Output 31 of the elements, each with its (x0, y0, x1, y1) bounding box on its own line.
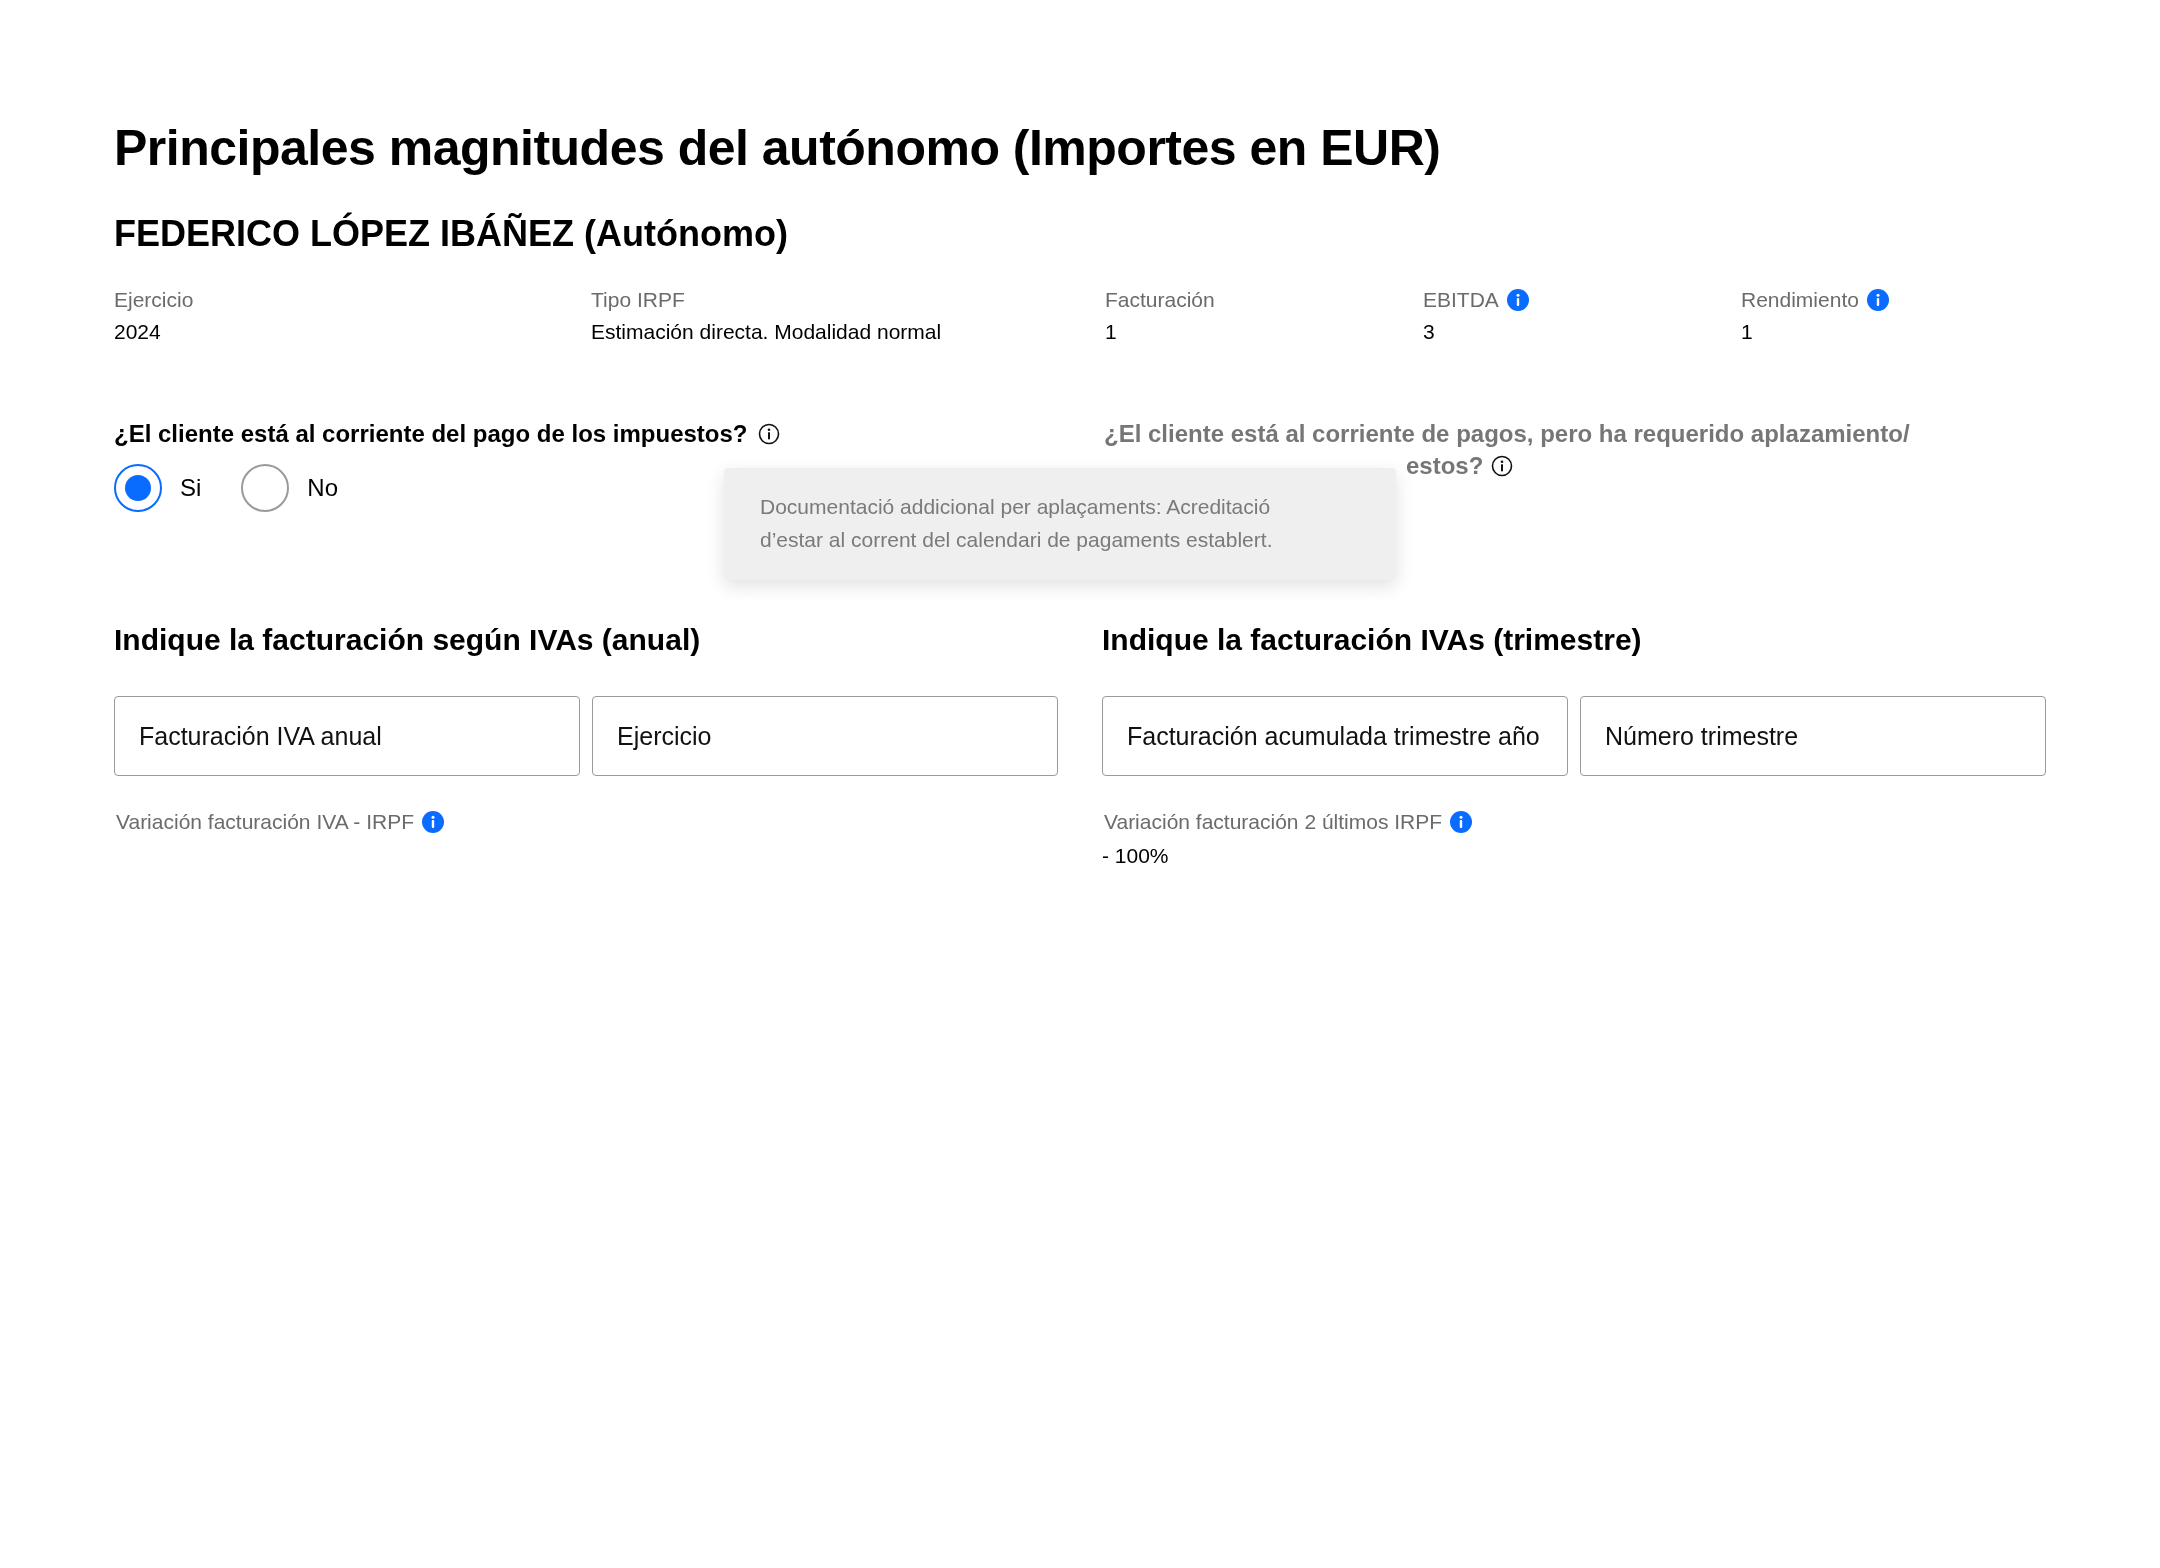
client-name: FEDERICO LÓPEZ IBÁÑEZ (Autónomo) (114, 212, 789, 256)
field-value: Estimación directa. Modalidad normal (591, 319, 943, 345)
info-icon[interactable] (1491, 455, 1514, 477)
field-value: 1 (1741, 319, 1754, 345)
info-icon[interactable] (757, 423, 780, 445)
page-title: Principales magnitudes del autónomo (Importes en EUR) (114, 119, 1442, 178)
section-heading: Indique la facturación según IVAs (anual) (114, 622, 702, 658)
question-text: ¿El cliente está al corriente de pagos, pero ha requerido aplazamiento/ (1104, 419, 1911, 449)
metric-label: Variación facturación 2 últimos IRPF (1104, 809, 1443, 836)
question-text: estos? (1406, 451, 1484, 481)
input-field[interactable]: Facturación IVA anual (114, 696, 580, 776)
question-text: ¿El cliente está al corriente del pago de los impuestos? (114, 419, 748, 449)
input-field[interactable]: Número trimestre (1580, 696, 2046, 776)
field-label: Tipo IRPF (591, 287, 685, 314)
metric-label: Variación facturación IVA - IRPF (116, 809, 414, 836)
radio-icon[interactable] (114, 464, 162, 512)
field-value: 2024 (114, 319, 162, 345)
radio-option[interactable]: Si (114, 464, 202, 512)
field-label: Ejercicio (114, 287, 194, 314)
field-value: 1 (1105, 319, 1118, 345)
field-value: 3 (1423, 319, 1436, 345)
field-label: Facturación (1105, 287, 1215, 314)
input-field[interactable]: Facturación acumulada trimestre año (1102, 696, 1568, 776)
input-field[interactable]: Ejercicio (592, 696, 1058, 776)
field-label: EBITDA (1423, 287, 1499, 314)
metric-value: - 100% (1102, 843, 1170, 869)
radio-icon[interactable] (241, 464, 290, 512)
field-label: Rendimiento (1741, 287, 1859, 314)
tooltip-text: Documentació addicional per aplaçaments: Acreditació d’estar al corrent del calendari de pagaments establert. (760, 494, 1274, 553)
radio-option[interactable]: No (241, 464, 339, 512)
section-heading: Indique la facturación IVAs (trimestre) (1102, 622, 1643, 658)
